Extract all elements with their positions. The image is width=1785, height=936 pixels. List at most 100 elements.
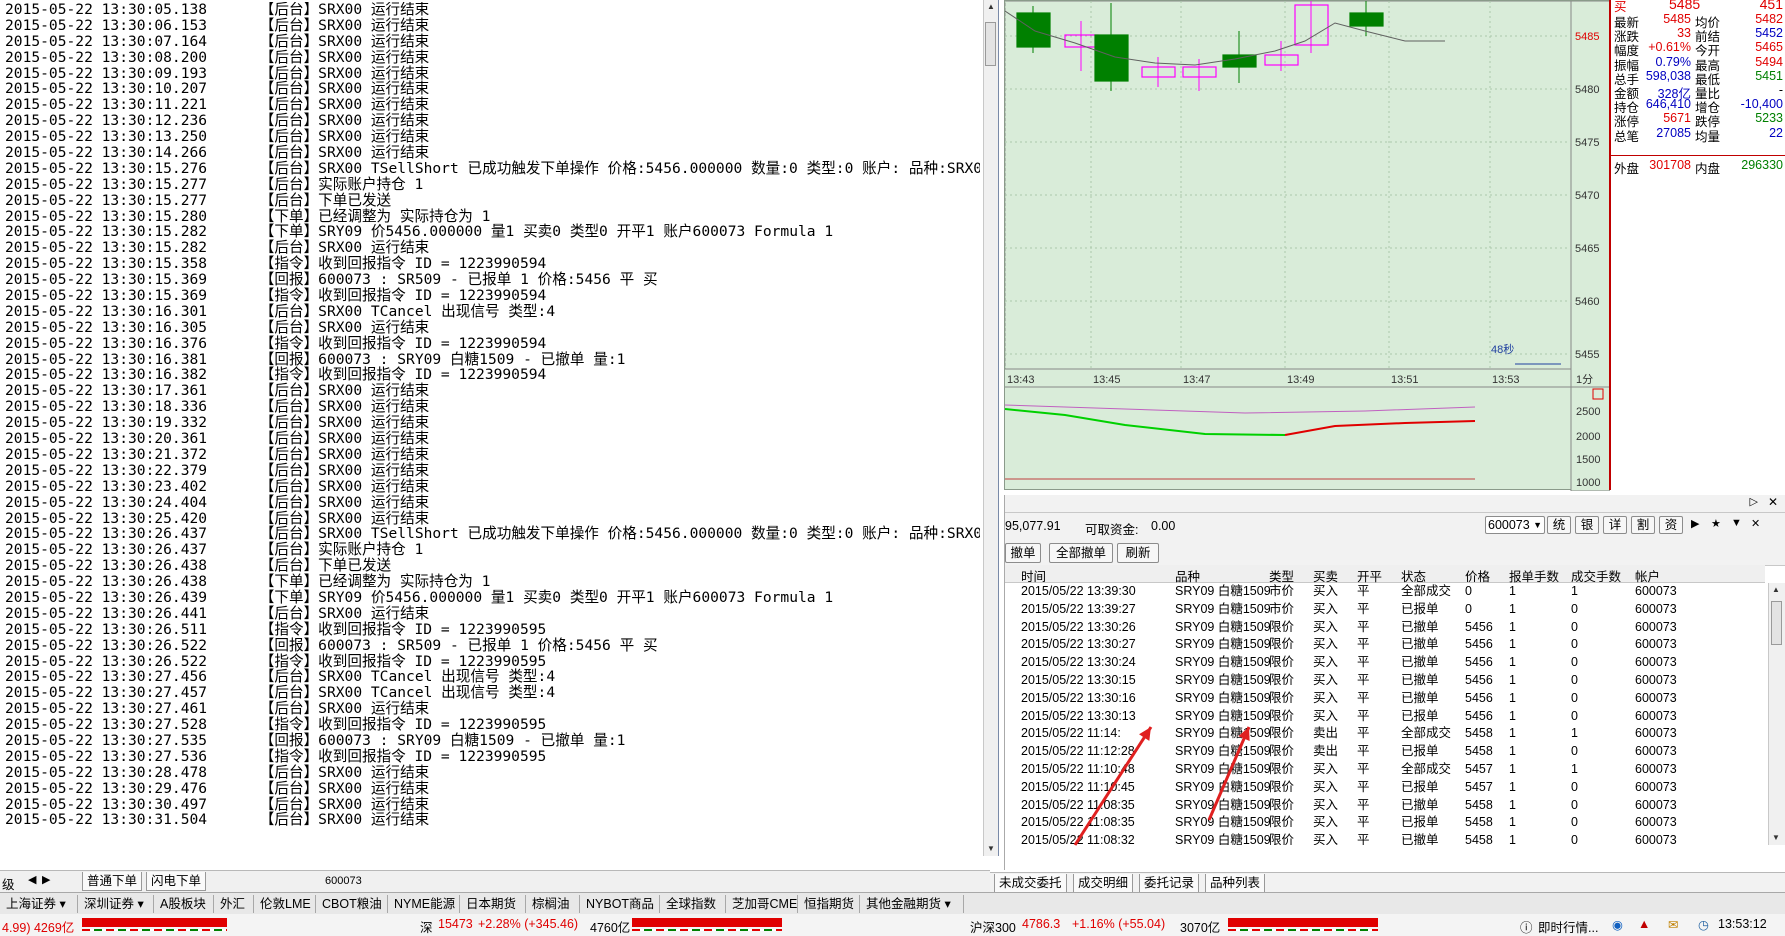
table-cell: 5458 xyxy=(1465,726,1493,741)
table-cell: 已报单 xyxy=(1401,744,1439,759)
dropdown-icon[interactable]: ▼ xyxy=(1731,517,1742,529)
log-line: 2015-05-22 13:30:22.379 【后台】SRX00 运行结束 xyxy=(5,461,430,479)
info-icon[interactable]: ⓘ xyxy=(1520,917,1533,936)
table-cell: 买入 xyxy=(1313,584,1339,598)
table-cell: 限价 xyxy=(1269,690,1295,705)
collapse-icon[interactable]: ▷ xyxy=(1750,495,1758,508)
market-tab[interactable]: 日本期货 xyxy=(460,895,526,913)
order-tab[interactable]: 成交明细 xyxy=(1073,874,1134,893)
scroll-down-icon[interactable]: ▼ xyxy=(984,842,998,856)
table-cell: 卖出 xyxy=(1313,726,1339,741)
market-tab[interactable]: 棕榈油 xyxy=(526,895,580,913)
quote-value: 5485 xyxy=(1663,12,1691,26)
alert-icon[interactable]: ▲ xyxy=(1638,917,1650,931)
table-row[interactable]: 2015/05/22 11:08:35 SRY09 白糖1509 限价 买入 平 已报单 5… xyxy=(1005,814,1765,832)
toolbar-icon-button[interactable]: 资 xyxy=(1659,516,1683,534)
table-cell: 1 xyxy=(1509,815,1516,830)
time-tick-label: 13:45 xyxy=(1093,374,1121,386)
log-scroll-thumb[interactable] xyxy=(985,22,996,66)
table-cell: 1 xyxy=(1571,726,1578,741)
order-tab[interactable]: 委托记录 xyxy=(1139,874,1200,893)
table-row[interactable]: 2015/05/22 11:10:45 SRY09 白糖1509 限价 买入 平 已报单 5… xyxy=(1005,779,1765,797)
market-tab[interactable]: 其他金融期货 ▾ xyxy=(860,895,964,913)
tab-flash-order[interactable]: 闪电下单 xyxy=(146,872,207,891)
close-icon[interactable]: ✕ xyxy=(1751,517,1760,530)
close-icon[interactable]: ✕ xyxy=(1768,495,1778,509)
table-cell: 1 xyxy=(1509,833,1516,845)
toolbar-icon-button[interactable]: 详 xyxy=(1603,516,1627,534)
cancel-order-button[interactable]: 撤单 xyxy=(1005,543,1041,563)
table-cell: 已撤单 xyxy=(1401,655,1439,670)
mail-icon[interactable]: ✉ xyxy=(1668,917,1678,932)
market-tab[interactable]: 外汇 xyxy=(214,895,254,913)
toolbar-icon-button[interactable]: 银 xyxy=(1575,516,1599,534)
log-line: 2015-05-22 13:30:25.420 【后台】SRX00 运行结束 xyxy=(5,509,430,527)
table-row[interactable]: 2015/05/22 11:14: SRY09 白糖1509 限价 卖出 平 全部成交 54… xyxy=(1005,725,1765,743)
table-row[interactable]: 2015/05/22 13:30:27 SRY09 白糖1509 限价 买入 平 已撤单 5… xyxy=(1005,636,1765,654)
cancel-all-button[interactable]: 全部撤单 xyxy=(1049,543,1113,563)
table-row[interactable]: 2015/05/22 11:08:32 SRY09 白糖1509 限价 买入 平 已撤单 5… xyxy=(1005,832,1765,845)
hs300-value: 4786.3 xyxy=(1022,917,1061,931)
log-line: 2015-05-22 13:30:15.277 【后台】实际账户持仓 1 xyxy=(5,175,424,193)
table-cell: 600073 xyxy=(1635,726,1677,741)
refresh-button[interactable]: 刷新 xyxy=(1117,543,1159,563)
price-tick-label: 5465 xyxy=(1575,243,1599,255)
table-row[interactable]: 2015/05/22 11:08:35 SRY09 白糖1509 限价 买入 平 已撤单 5… xyxy=(1005,797,1765,815)
log-line: 2015-05-22 13:30:23.402 【后台】SRX00 运行结束 xyxy=(5,477,430,495)
market-tab[interactable]: A股板块 xyxy=(154,895,214,913)
table-row[interactable]: 2015/05/22 13:30:13 SRY09 白糖1509 限价 买入 平 已报单 5… xyxy=(1005,708,1765,726)
market-tab[interactable]: 恒指期货 xyxy=(798,895,860,913)
market-tab[interactable]: NYME能源 xyxy=(388,895,460,913)
table-cell: 0 xyxy=(1571,601,1578,616)
table-cell: 2015/05/22 11:14: xyxy=(1021,726,1121,741)
table-row[interactable]: 2015/05/22 13:39:27 SRY09 白糖1509 市价 买入 平 已报单 0… xyxy=(1005,601,1765,619)
log-line: 2015-05-22 13:30:16.305 【后台】SRX00 运行结束 xyxy=(5,318,430,336)
market-tab[interactable]: 伦敦LME xyxy=(254,895,316,913)
tab-normal-order[interactable]: 普通下单 xyxy=(82,872,143,891)
table-row[interactable]: 2015/05/22 13:39:30 SRY09 白糖1509 市价 买入 平 全部成交… xyxy=(1005,583,1765,601)
play-icon[interactable]: ▶ xyxy=(1691,517,1699,530)
table-cell: SRY09 白糖1509 xyxy=(1175,779,1271,794)
table-cell: 平 xyxy=(1357,815,1370,830)
table-row[interactable]: 2015/05/22 13:30:16 SRY09 白糖1509 限价 买入 平 已撤单 5… xyxy=(1005,690,1765,708)
table-row[interactable]: 2015/05/22 11:10:48 SRY09 白糖1509 限价 买入 平 全部成交… xyxy=(1005,761,1765,779)
kline-chart-svg: 5485 5480 5475 5470 5465 5460 5455 13:43 13:45 13… xyxy=(1004,0,1611,492)
scroll-up-icon[interactable]: ▲ xyxy=(984,0,998,14)
log-line: 2015-05-22 13:30:11.221 【后台】SRX00 运行结束 xyxy=(5,96,430,114)
order-scroll-thumb[interactable] xyxy=(1771,601,1782,645)
account-select[interactable]: 600073 ▼ xyxy=(1485,516,1545,534)
sz-change: +2.28% (+345.46) xyxy=(478,917,579,931)
log-text-area[interactable]: 2015-05-22 13:30:05.138 【后台】SRX00 运行结束 20… xyxy=(5,2,980,842)
market-tab[interactable]: 深圳证券 ▾ xyxy=(78,895,154,913)
star-icon[interactable]: ★ xyxy=(1711,517,1721,530)
table-row[interactable]: 2015/05/22 13:30:15 SRY09 白糖1509 限价 买入 平 已撤单 5… xyxy=(1005,672,1765,690)
nav-next-icon[interactable]: ▶ xyxy=(42,873,50,886)
table-cell: 0 xyxy=(1465,601,1472,616)
market-tab[interactable]: 全球指数 xyxy=(660,895,726,913)
order-tab[interactable]: 品种列表 xyxy=(1205,874,1266,893)
market-tab[interactable]: NYBOT商品 xyxy=(580,895,660,913)
nav-prev-icon[interactable]: ◀ xyxy=(28,873,36,886)
table-row[interactable]: 2015/05/22 13:30:26 SRY09 白糖1509 限价 买入 平 已撤单 5… xyxy=(1005,619,1765,637)
network-icon[interactable]: ◉ xyxy=(1612,917,1623,932)
order-scrollbar[interactable]: ▲ ▼ xyxy=(1768,583,1785,845)
log-scrollbar[interactable]: ▲ ▼ xyxy=(983,0,998,856)
realtime-quote-link[interactable]: 即时行情... xyxy=(1538,917,1598,936)
table-cell: 2015/05/22 13:30:16 xyxy=(1021,690,1136,705)
order-scroll-down-icon[interactable]: ▼ xyxy=(1769,831,1783,845)
table-cell: SRY09 白糖1509 xyxy=(1175,672,1271,687)
toolbar-icon-button[interactable]: 割 xyxy=(1631,516,1655,534)
order-scroll-up-icon[interactable]: ▲ xyxy=(1769,583,1783,597)
market-tab[interactable]: CBOT粮油 xyxy=(316,895,388,913)
kline-chart[interactable]: 5485 5480 5475 5470 5465 5460 5455 13:43 13:45 13… xyxy=(1004,0,1611,492)
table-row[interactable]: 2015/05/22 13:30:24 SRY09 白糖1509 限价 买入 平 已撤单 5… xyxy=(1005,654,1765,672)
market-tab[interactable]: 芝加哥CME xyxy=(726,895,798,913)
order-tab[interactable]: 未成交委托 xyxy=(994,874,1067,893)
table-cell: 5457 xyxy=(1465,761,1493,776)
indicator-tick-label: 2500 xyxy=(1576,406,1600,418)
toolbar-icon-button[interactable]: 统 xyxy=(1547,516,1571,534)
market-tab[interactable]: 上海证券 ▾ xyxy=(0,895,78,913)
log-panel: 2015-05-22 13:30:05.138 【后台】SRX00 运行结束 20… xyxy=(0,0,999,856)
table-cell: 1 xyxy=(1509,637,1516,652)
table-row[interactable]: 2015/05/22 11:12:28 SRY09 白糖1509 限价 卖出 平 已报单 5… xyxy=(1005,743,1765,761)
